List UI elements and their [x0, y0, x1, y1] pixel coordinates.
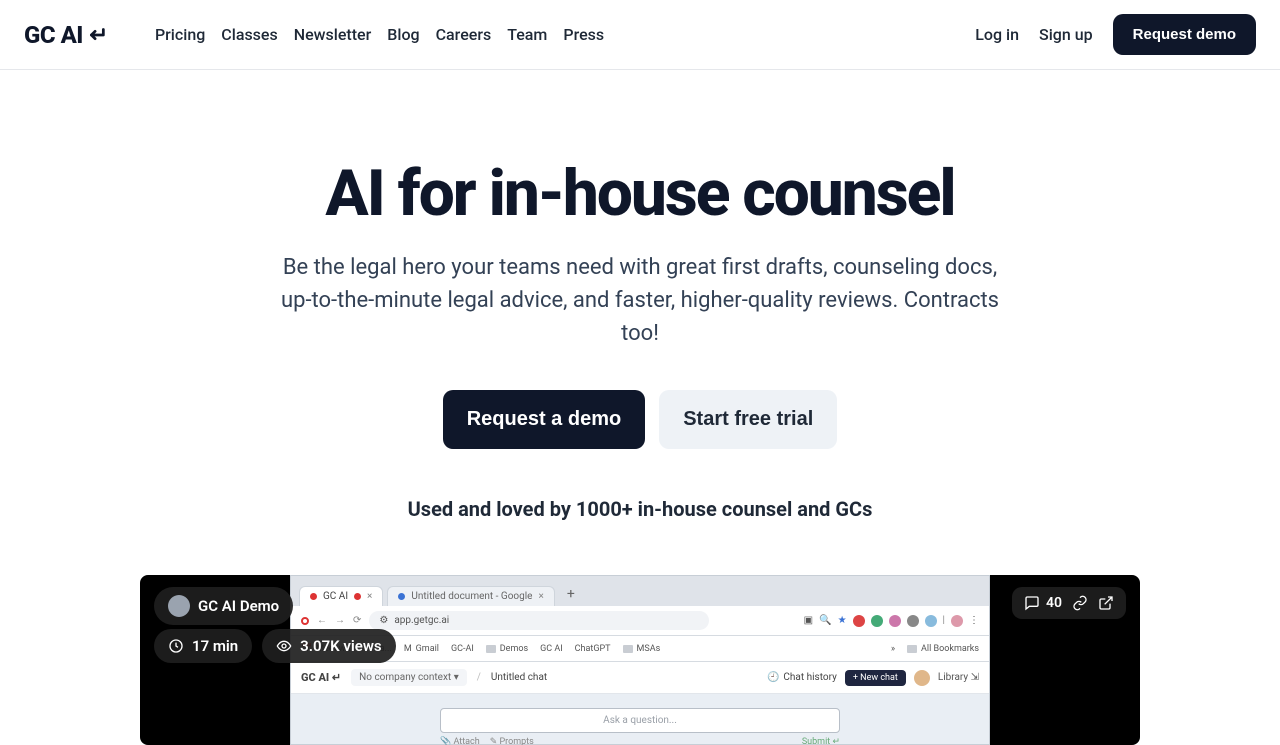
- open-external-button[interactable]: [1098, 595, 1114, 611]
- notification-dot-icon: [354, 593, 361, 600]
- close-icon[interactable]: ×: [367, 591, 372, 602]
- start-free-trial-button[interactable]: Start free trial: [659, 390, 837, 449]
- new-tab-button[interactable]: +: [559, 582, 583, 606]
- url-text: app.getgc.ai: [394, 615, 449, 626]
- browser-urlbar-row: ← → ⟳ ⚙ app.getgc.ai ▣ 🔍 ★ |: [291, 606, 989, 636]
- profile-avatar[interactable]: [951, 615, 963, 627]
- chat-title[interactable]: Untitled chat: [491, 672, 547, 683]
- video-views-pill: 3.07K views: [262, 629, 395, 663]
- site-header: GC AI Pricing Classes Newsletter Blog Ca…: [0, 0, 1280, 70]
- overflow-icon[interactable]: »: [891, 644, 895, 654]
- login-link[interactable]: Log in: [975, 25, 1019, 44]
- main-nav: Pricing Classes Newsletter Blog Careers …: [155, 25, 604, 44]
- prompts-button[interactable]: ✎ Prompts: [490, 737, 534, 745]
- video-duration: 17 min: [192, 637, 238, 655]
- presenter-avatar: [168, 595, 190, 617]
- star-icon[interactable]: ★: [838, 615, 847, 626]
- tab-label: GC AI: [323, 591, 348, 602]
- folder-icon: [907, 645, 917, 653]
- url-bar[interactable]: ⚙ app.getgc.ai: [369, 611, 709, 630]
- social-proof-text: Used and loved by 1000+ in-house counsel…: [0, 497, 1280, 521]
- extension-icon[interactable]: ▣: [804, 615, 813, 626]
- browser-tab-second[interactable]: Untitled document - Google ×: [387, 586, 554, 606]
- request-demo-button[interactable]: Request a demo: [443, 390, 645, 449]
- ext-dot-2[interactable]: [871, 615, 883, 627]
- reload-icon[interactable]: ⟳: [353, 615, 361, 626]
- nav-press[interactable]: Press: [563, 25, 604, 44]
- bookmark-folder[interactable]: MSAs: [623, 644, 661, 654]
- bookmark-item[interactable]: MGmail: [404, 644, 439, 654]
- record-icon: [301, 617, 309, 625]
- copy-link-button[interactable]: [1072, 595, 1088, 611]
- video-duration-pill: 17 min: [154, 629, 252, 663]
- close-icon[interactable]: ×: [538, 591, 543, 602]
- hero-title: AI for in-house counsel: [0, 160, 1280, 227]
- request-demo-nav-button[interactable]: Request demo: [1113, 14, 1256, 55]
- submit-button[interactable]: Submit ↵: [802, 737, 840, 745]
- video-title-pill: GC AI Demo: [154, 587, 293, 625]
- library-button[interactable]: Library ⇲: [938, 672, 979, 683]
- hero-section: AI for in-house counsel Be the legal her…: [0, 70, 1280, 745]
- nav-newsletter[interactable]: Newsletter: [294, 25, 372, 44]
- hero-subtitle: Be the legal hero your teams need with g…: [280, 251, 1000, 350]
- enter-icon: [85, 24, 107, 46]
- all-bookmarks[interactable]: All Bookmarks: [907, 644, 979, 654]
- ext-dot-5[interactable]: [925, 615, 937, 627]
- folder-icon: [623, 645, 633, 653]
- bookmark-folder[interactable]: Demos: [486, 644, 528, 654]
- ext-dot-3[interactable]: [889, 615, 901, 627]
- external-link-icon: [1098, 595, 1114, 611]
- ext-dot-1[interactable]: [853, 615, 865, 627]
- nav-classes[interactable]: Classes: [221, 25, 277, 44]
- logo-text: GC AI: [24, 21, 83, 49]
- kebab-icon[interactable]: ⋮: [969, 615, 979, 626]
- zoom-icon[interactable]: 🔍: [819, 615, 831, 626]
- video-title: GC AI Demo: [198, 597, 279, 615]
- browser-tabbar: GC AI × Untitled document - Google × +: [291, 576, 989, 606]
- back-icon[interactable]: ←: [317, 615, 327, 626]
- clock-icon: [168, 638, 184, 654]
- ask-input[interactable]: Ask a question...: [440, 708, 840, 733]
- site-settings-icon: ⚙: [379, 615, 388, 626]
- app-logo[interactable]: GC AI ↵: [301, 671, 341, 684]
- new-chat-button[interactable]: + New chat: [845, 670, 906, 686]
- tab-label: Untitled document - Google: [411, 591, 532, 602]
- ext-dot-4[interactable]: [907, 615, 919, 627]
- gmail-icon: M: [404, 644, 412, 654]
- user-avatar[interactable]: [914, 670, 930, 686]
- attach-button[interactable]: 📎 Attach: [440, 737, 480, 745]
- nav-careers[interactable]: Careers: [436, 25, 492, 44]
- bookmark-item[interactable]: ChatGPT: [575, 644, 611, 654]
- nav-pricing[interactable]: Pricing: [155, 25, 205, 44]
- bookmark-item[interactable]: GC-AI: [451, 644, 474, 654]
- comment-icon: [1024, 595, 1040, 611]
- divider: |: [943, 615, 945, 626]
- folder-icon: [486, 645, 496, 653]
- app-header: GC AI ↵ No company context ▾ / Untitled …: [291, 662, 989, 694]
- video-views: 3.07K views: [300, 637, 381, 655]
- nav-team[interactable]: Team: [507, 25, 547, 44]
- browser-tab-active[interactable]: GC AI ×: [299, 586, 383, 606]
- docs-icon: [398, 593, 405, 600]
- bookmark-bar: 📅Meet with Cecilia... MGmail GC-AI Demos…: [291, 636, 989, 662]
- comments-count: 40: [1046, 595, 1062, 611]
- record-dot-icon: [310, 593, 317, 600]
- comments-button[interactable]: 40: [1024, 595, 1062, 611]
- forward-icon[interactable]: →: [335, 615, 345, 626]
- eye-icon: [276, 638, 292, 654]
- link-icon: [1072, 595, 1088, 611]
- signup-link[interactable]: Sign up: [1039, 25, 1093, 44]
- logo[interactable]: GC AI: [24, 21, 107, 49]
- chat-history-button[interactable]: 🕘 Chat history: [767, 672, 837, 683]
- bookmark-item[interactable]: GC AI: [540, 644, 563, 654]
- nav-blog[interactable]: Blog: [387, 25, 419, 44]
- company-context-dropdown[interactable]: No company context ▾: [351, 669, 467, 686]
